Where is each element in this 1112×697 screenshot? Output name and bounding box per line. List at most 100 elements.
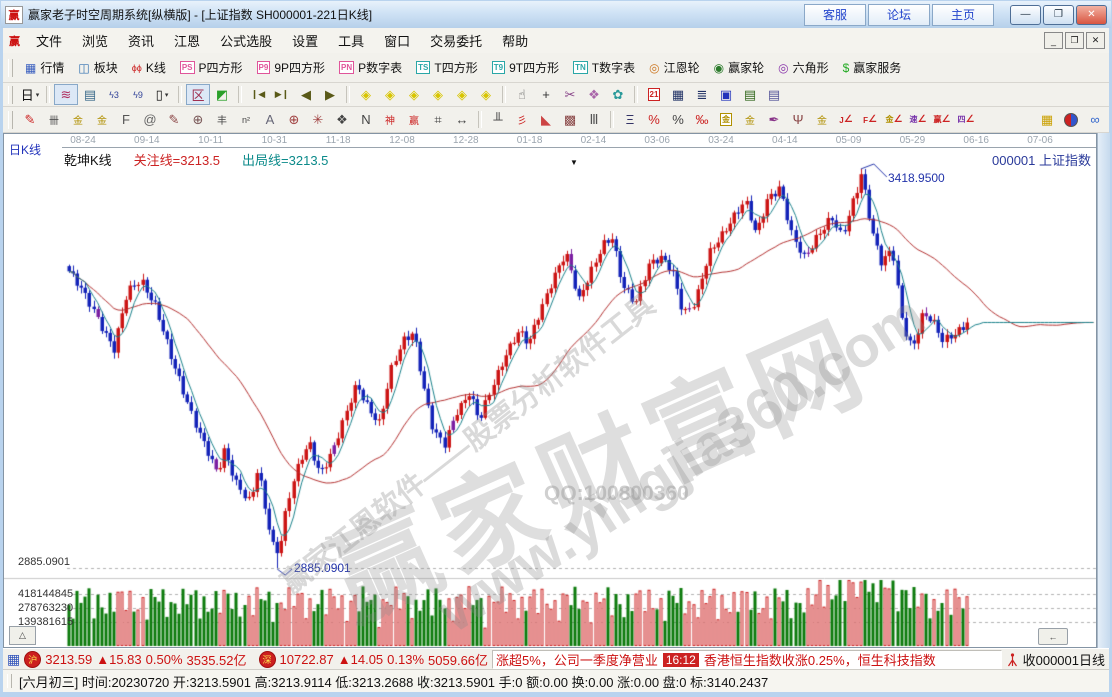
gann-comb-icon[interactable]: 卌 — [42, 109, 66, 130]
menu-item-settings[interactable]: 设置 — [282, 29, 328, 52]
first-page-icon[interactable]: ❙◀ — [246, 84, 270, 105]
fan-lines-icon[interactable]: 彡 — [510, 109, 534, 130]
percent-icon[interactable]: % — [666, 109, 690, 130]
period-day-icon[interactable]: 日▾ — [18, 84, 42, 105]
menu-item-file[interactable]: 文件 — [26, 29, 72, 52]
winner-wheel-button[interactable]: ◉赢家轮 — [707, 57, 772, 78]
diamond-right-icon[interactable]: ◈ — [378, 84, 402, 105]
drag-hand-icon[interactable]: ☝ — [510, 84, 534, 105]
titlebar[interactable]: 赢 赢家老子时空周期系统[纵横版] - [上证指数 SH000001-221日K… — [1, 1, 1111, 28]
flower-tool-icon[interactable]: ✿ — [606, 84, 630, 105]
infinity-icon[interactable]: ∞ — [1083, 109, 1107, 130]
toolbar-grip[interactable] — [8, 59, 13, 77]
t-square-icon[interactable]: TS — [416, 61, 430, 74]
calendar-icon[interactable]: 21 — [642, 84, 666, 105]
mdi-restore-button[interactable]: ❐ — [1065, 32, 1084, 49]
prev-bar-icon[interactable]: ◀ — [294, 84, 318, 105]
color-palette-icon[interactable]: ◩ — [210, 84, 234, 105]
width-measure-icon[interactable]: ↔ — [450, 109, 474, 130]
crosshair-icon[interactable]: + — [534, 84, 558, 105]
shaded-grid-icon[interactable]: ▩ — [558, 109, 582, 130]
candle-style-icon[interactable]: ▯▾ — [150, 84, 174, 105]
angle-gold-icon[interactable]: 金∠ — [882, 109, 906, 130]
diamond-h-expand-icon[interactable]: ◈ — [402, 84, 426, 105]
menu-item-news[interactable]: 资讯 — [118, 29, 164, 52]
parallel-lines-icon[interactable]: Ⅲ — [582, 109, 606, 130]
menu-item-trade-entrust[interactable]: 交易委托 — [420, 29, 492, 52]
menu-item-help[interactable]: 帮助 — [492, 29, 538, 52]
price-scale-icon[interactable]: Ξ — [618, 109, 642, 130]
next-bar-icon[interactable]: ▶ — [318, 84, 342, 105]
p-number-table-button[interactable]: PNP数字表 — [332, 57, 409, 78]
t-number-table-icon[interactable]: TN — [573, 61, 588, 74]
diamond-star-icon[interactable]: ◈ — [450, 84, 474, 105]
quotes-icon[interactable]: ▦ — [25, 61, 36, 75]
gann-circle-icon[interactable]: ⊕ — [186, 109, 210, 130]
diamond-left-icon[interactable]: ◈ — [354, 84, 378, 105]
forum-button[interactable]: 论坛 — [868, 4, 930, 26]
t-square-button[interactable]: TST四方形 — [409, 57, 485, 78]
candlestick-canvas[interactable] — [4, 134, 1097, 648]
compass-icon[interactable]: ⊕ — [282, 109, 306, 130]
pitchfork-icon[interactable]: Ψ — [786, 109, 810, 130]
gold-circle-icon[interactable]: 金 — [714, 109, 738, 130]
p-number-table-icon[interactable]: PN — [339, 61, 354, 74]
9p-square-icon[interactable]: P9 — [257, 61, 271, 74]
close-button[interactable]: ✕ — [1076, 5, 1107, 25]
percent-lines-icon[interactable]: ‰ — [690, 109, 714, 130]
p-square-button[interactable]: PSP四方形 — [173, 57, 250, 78]
clone-chart-icon[interactable]: ❖ — [582, 84, 606, 105]
toolbar-grip[interactable] — [8, 86, 13, 104]
diamond-grid-icon[interactable]: ◈ — [474, 84, 498, 105]
n-square-icon[interactable]: n² — [234, 109, 258, 130]
golden-section-2-icon[interactable]: 金 — [90, 109, 114, 130]
menu-item-formula-stock-pick[interactable]: 公式选股 — [210, 29, 282, 52]
winner-service-icon[interactable]: $ — [843, 61, 850, 75]
minimize-button[interactable]: — — [1010, 5, 1041, 25]
n-wave-icon[interactable]: Ν — [354, 109, 378, 130]
gann-wheel-icon[interactable]: ◎ — [649, 61, 659, 75]
dropdown-marker-icon[interactable]: ▼ — [570, 158, 578, 167]
menu-item-gann[interactable]: 江恩 — [164, 29, 210, 52]
shen-tool-icon[interactable]: 神 — [378, 109, 402, 130]
brush-icon[interactable]: ✒ — [762, 109, 786, 130]
p-square-icon[interactable]: PS — [180, 61, 195, 74]
save-icon[interactable]: ▣ — [714, 84, 738, 105]
mdi-close-button[interactable]: ✕ — [1086, 32, 1105, 49]
scroll-left-button[interactable]: ← — [1038, 628, 1068, 645]
winner-wheel-icon[interactable]: ◉ — [714, 61, 724, 75]
hexagon-icon[interactable]: ◎ — [778, 61, 788, 75]
menu-item-browse[interactable]: 浏览 — [72, 29, 118, 52]
sectors-icon[interactable]: ◫ — [78, 61, 89, 75]
winner-service-button[interactable]: $赢家服务 — [836, 57, 909, 78]
9t-square-icon[interactable]: T9 — [492, 61, 505, 74]
perpendicular-grid-icon[interactable]: ╨ — [486, 109, 510, 130]
calculator-icon[interactable]: ▦ — [666, 84, 690, 105]
fan-box-icon[interactable]: ◣ — [534, 109, 558, 130]
angle-f-icon[interactable]: F∠ — [858, 109, 882, 130]
web-grid-icon[interactable]: ❖ — [330, 109, 354, 130]
9t-square-button[interactable]: T99T四方形 — [485, 57, 566, 78]
toolbar-grip[interactable] — [8, 111, 13, 129]
quotes-button[interactable]: ▦行情 — [18, 57, 71, 78]
kline-icon[interactable]: ϕϕ — [132, 63, 142, 73]
save-check-icon[interactable]: ▤ — [738, 84, 762, 105]
market-grid-icon[interactable]: ▦ — [7, 651, 20, 668]
diamond-cross-icon[interactable]: ◈ — [426, 84, 450, 105]
info-panel-icon[interactable]: ▤ — [78, 84, 102, 105]
fibonacci-icon[interactable]: F — [114, 109, 138, 130]
collapse-pane-button[interactable]: △ — [9, 626, 36, 645]
wave-9-icon[interactable]: ϟ9 — [126, 84, 150, 105]
homepage-button[interactable]: 主页 — [932, 4, 994, 26]
angle-j-icon[interactable]: J∠ — [834, 109, 858, 130]
9p-square-button[interactable]: P99P四方形 — [250, 57, 332, 78]
restore-button[interactable]: ❐ — [1043, 5, 1074, 25]
grid-lines-icon[interactable]: 丰 — [210, 109, 234, 130]
ruler-123-icon[interactable]: ⌗ — [426, 109, 450, 130]
star-rays-icon[interactable]: ✳ — [306, 109, 330, 130]
last-page-icon[interactable]: ▶❙ — [270, 84, 294, 105]
notepad-icon[interactable]: ≣ — [690, 84, 714, 105]
kline-button[interactable]: ϕϕK线 — [125, 57, 173, 78]
taiji-icon[interactable] — [1059, 109, 1083, 130]
t-number-table-button[interactable]: TNT数字表 — [566, 57, 642, 78]
